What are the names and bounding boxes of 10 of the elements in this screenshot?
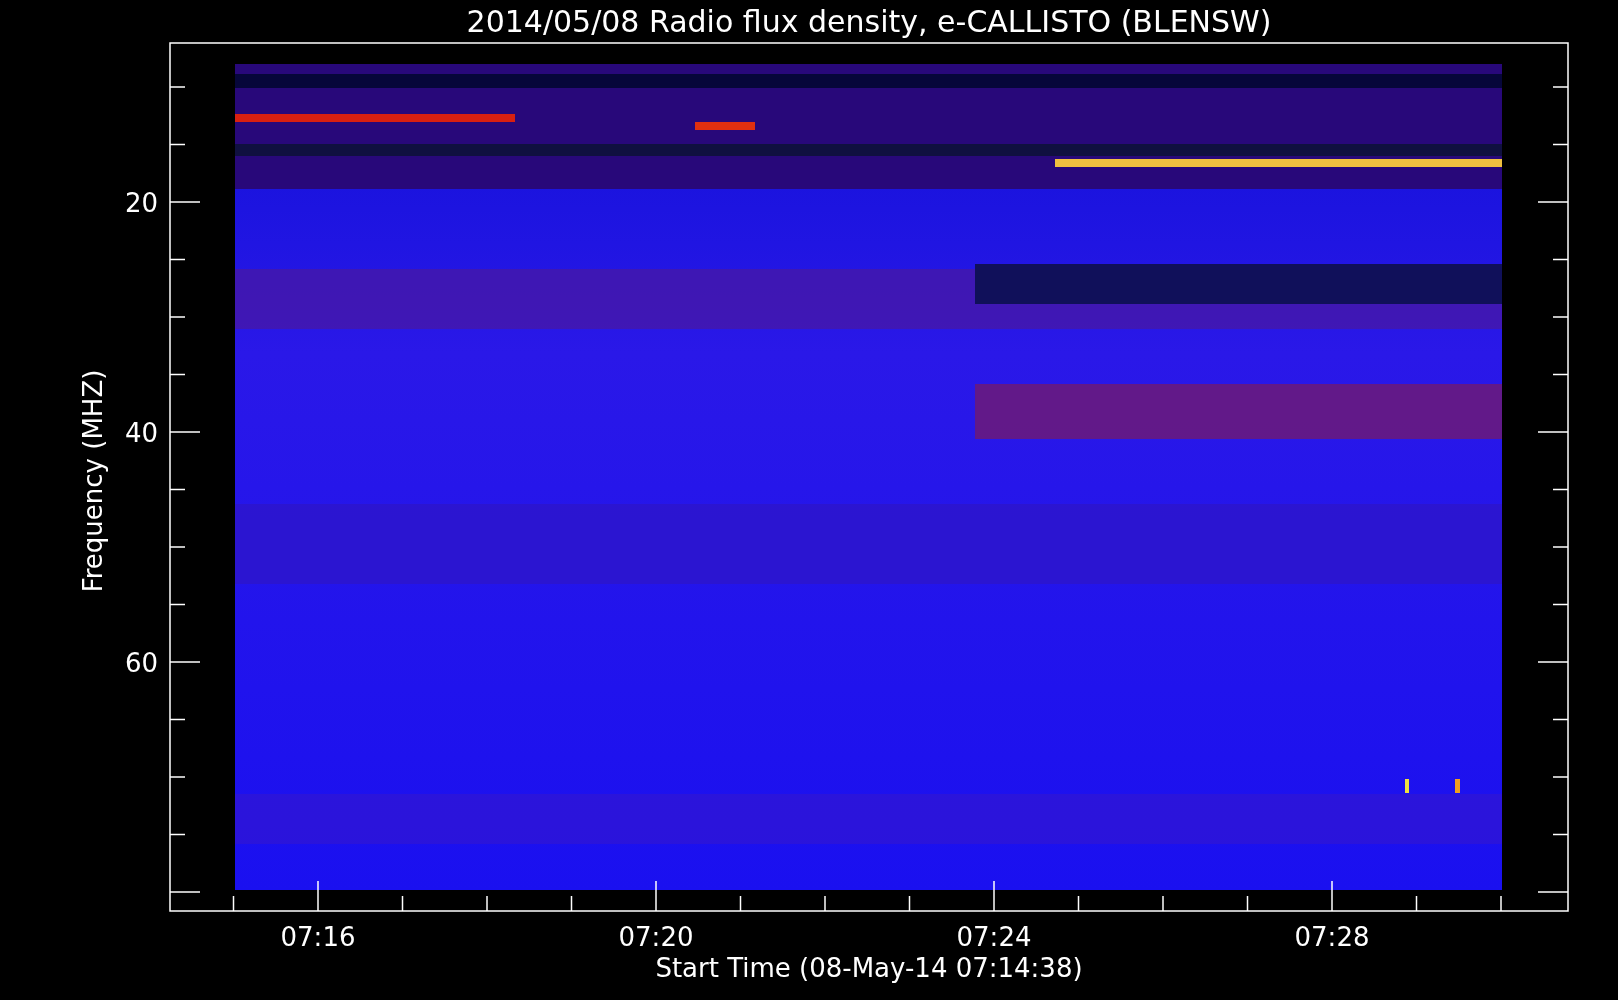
x-tick-label: 07:16	[280, 922, 356, 952]
x-tick-label: 07:28	[1294, 922, 1370, 952]
y-tick-label: 60	[124, 648, 158, 678]
y-tick-label: 20	[124, 188, 158, 218]
y-tick-label: 40	[124, 418, 158, 448]
x-tick-label: 07:24	[956, 922, 1032, 952]
chart-title: 2014/05/08 Radio flux density, e-CALLISTO (BLENSW)	[466, 4, 1272, 39]
x-axis-label: Start Time (08-May-14 07:14:38)	[655, 953, 1083, 983]
y-axis-label: Frequency (MHZ)	[78, 369, 108, 593]
x-tick-label: 07:20	[618, 922, 694, 952]
